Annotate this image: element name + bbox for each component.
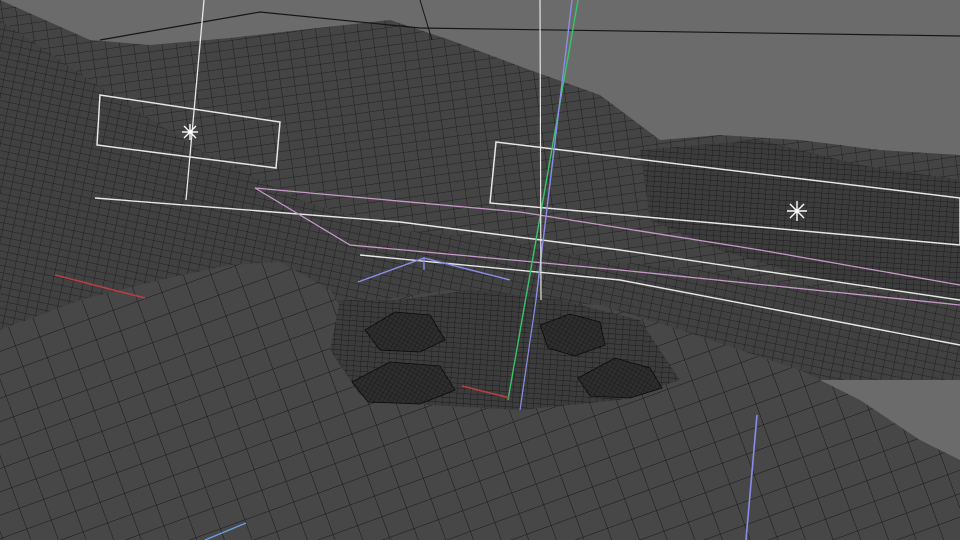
wireframe-scene[interactable]	[0, 0, 960, 540]
light-star-icon[interactable]	[787, 201, 807, 221]
light-star-icon[interactable]	[182, 124, 198, 140]
3d-viewport[interactable]	[0, 0, 960, 540]
